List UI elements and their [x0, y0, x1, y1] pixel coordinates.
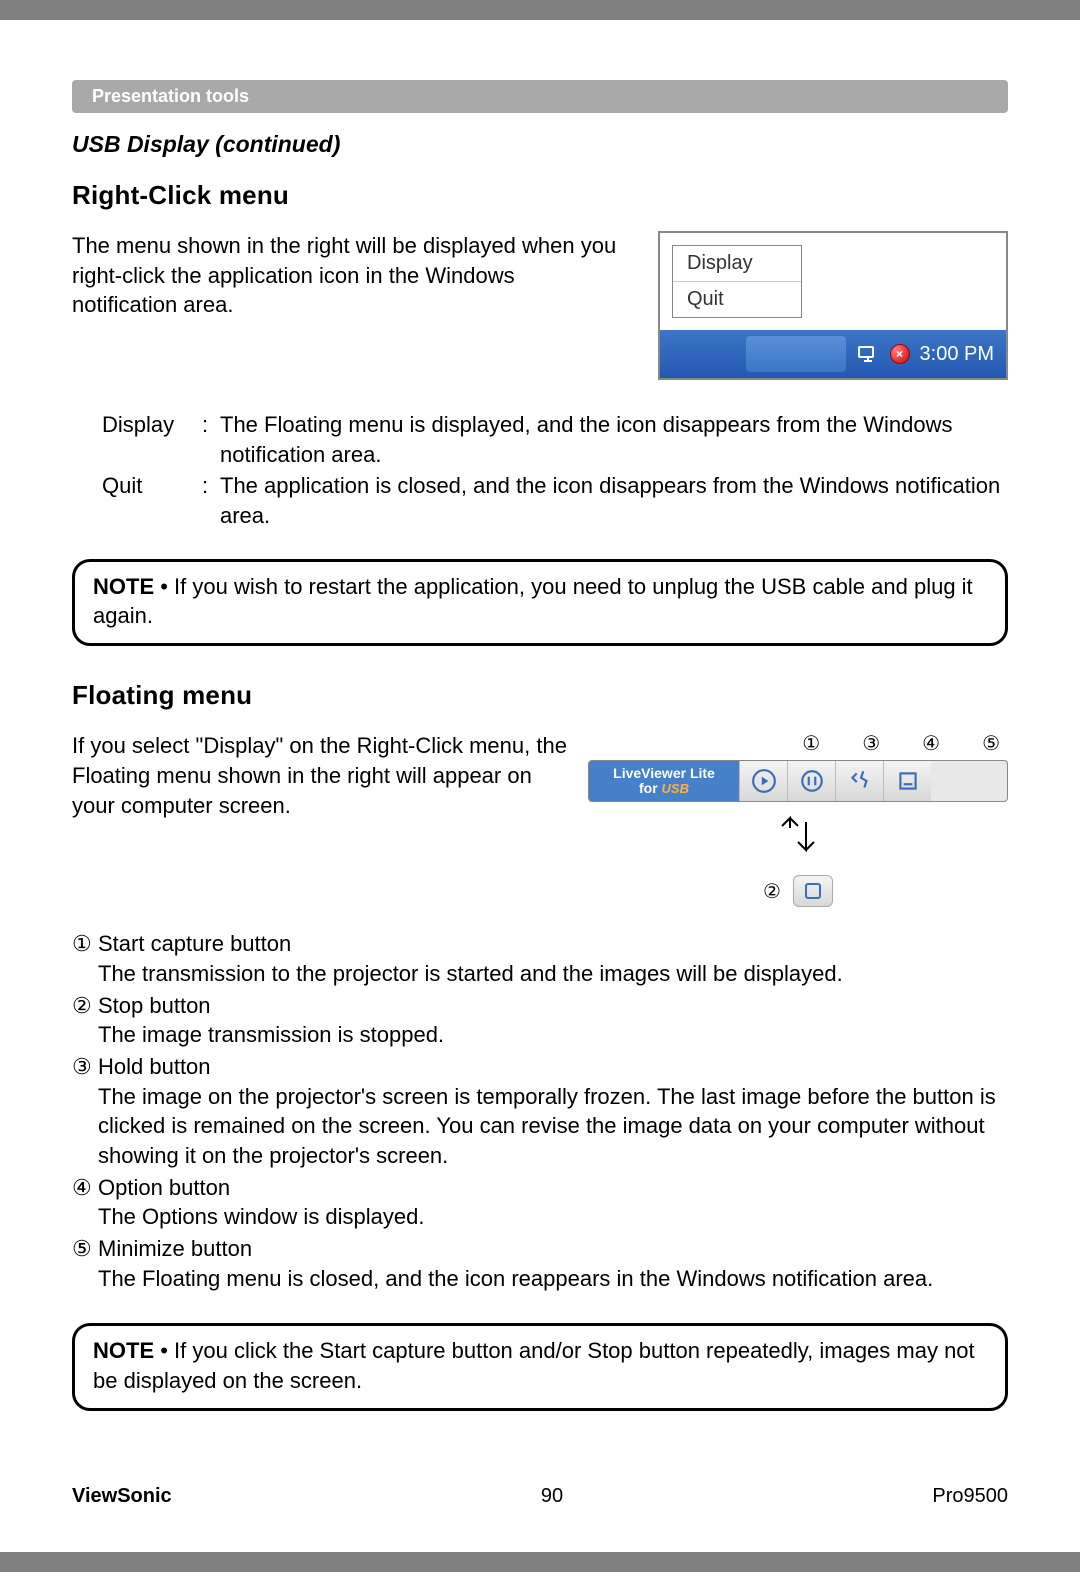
intro-paragraph-1: The menu shown in the right will be disp…: [72, 231, 618, 320]
heading-floating-menu: Floating menu: [72, 680, 1008, 711]
page-subtitle: USB Display (continued): [72, 131, 1008, 158]
start-capture-button[interactable]: [739, 761, 787, 801]
item-desc-3: The image on the projector's screen is t…: [98, 1082, 1008, 1171]
hold-button[interactable]: [787, 761, 835, 801]
menu-item-display[interactable]: Display: [673, 246, 801, 282]
item-title-5: Minimize button: [98, 1234, 252, 1264]
footer-brand: ViewSonic: [72, 1485, 172, 1508]
floating-menu-figure: ① ③ ④ ⑤ LiveViewer Lite for USB: [588, 731, 1008, 907]
item-desc-5: The Floating menu is closed, and the ico…: [98, 1264, 1008, 1294]
definition-list: Display : The Floating menu is displayed…: [102, 410, 1008, 531]
callout-5: ⑤: [982, 731, 1000, 756]
note-label-2: NOTE: [93, 1338, 154, 1363]
menu-item-quit[interactable]: Quit: [673, 282, 801, 317]
tray-clock: 3:00 PM: [920, 343, 994, 366]
stop-button[interactable]: [793, 875, 833, 907]
taskbar: × 3:00 PM: [660, 330, 1006, 378]
callout-numbers-row: ① ③ ④ ⑤: [588, 731, 1008, 756]
note-box-2: NOTE • If you click the Start capture bu…: [72, 1323, 1008, 1410]
item-title-4: Option button: [98, 1173, 230, 1203]
item-mark-1: ①: [72, 929, 98, 959]
note-text-2: • If you click the Start capture button …: [93, 1338, 975, 1393]
callout-3: ③: [862, 731, 880, 756]
option-button[interactable]: [835, 761, 883, 801]
stop-icon: [805, 883, 821, 899]
liveviewer-toolbar: LiveViewer Lite for USB: [588, 760, 1008, 802]
logo-line2b: USB: [662, 781, 689, 796]
def-desc-quit: The application is closed, and the icon …: [220, 471, 1008, 530]
def-term-quit: Quit: [102, 471, 202, 530]
footer: ViewSonic 90 Pro9500: [72, 1485, 1008, 1508]
numbered-list: ①Start capture button The transmission t…: [72, 929, 1008, 1293]
right-click-menu-figure: Display Quit × 3:00 PM: [658, 231, 1008, 380]
minimize-button[interactable]: [883, 761, 931, 801]
intro-paragraph-2: If you select "Display" on the Right-Cli…: [72, 731, 568, 820]
item-mark-4: ④: [72, 1173, 98, 1203]
section-bar: Presentation tools: [72, 80, 1008, 113]
footer-model: Pro9500: [932, 1485, 1008, 1508]
item-mark-5: ⑤: [72, 1234, 98, 1264]
note-label: NOTE: [93, 574, 154, 599]
item-title-3: Hold button: [98, 1052, 211, 1082]
item-desc-1: The transmission to the projector is sta…: [98, 959, 1008, 989]
logo-line2a: for: [639, 780, 662, 796]
context-menu: Display Quit: [672, 245, 802, 318]
arrows-icon: [588, 810, 1008, 871]
note-box-1: NOTE • If you wish to restart the applic…: [72, 559, 1008, 646]
callout-4: ④: [922, 731, 940, 756]
item-mark-3: ③: [72, 1052, 98, 1082]
tray-app-icon[interactable]: [856, 342, 880, 366]
item-title-2: Stop button: [98, 991, 211, 1021]
callout-1: ①: [802, 731, 820, 756]
item-title-1: Start capture button: [98, 929, 291, 959]
def-term-display: Display: [102, 410, 202, 469]
close-icon[interactable]: ×: [890, 344, 910, 364]
manual-page: Presentation tools USB Display (continue…: [0, 20, 1080, 1552]
item-mark-2: ②: [72, 991, 98, 1021]
liveviewer-logo: LiveViewer Lite for USB: [589, 761, 739, 801]
note-text: • If you wish to restart the application…: [93, 574, 973, 629]
item-desc-2: The image transmission is stopped.: [98, 1020, 1008, 1050]
taskbar-button: [746, 336, 846, 372]
def-desc-display: The Floating menu is displayed, and the …: [220, 410, 1008, 469]
heading-right-click: Right-Click menu: [72, 180, 1008, 211]
item-desc-4: The Options window is displayed.: [98, 1202, 1008, 1232]
footer-page: 90: [541, 1485, 563, 1508]
callout-2: ②: [763, 879, 781, 904]
logo-line1: LiveViewer Lite: [613, 766, 715, 781]
